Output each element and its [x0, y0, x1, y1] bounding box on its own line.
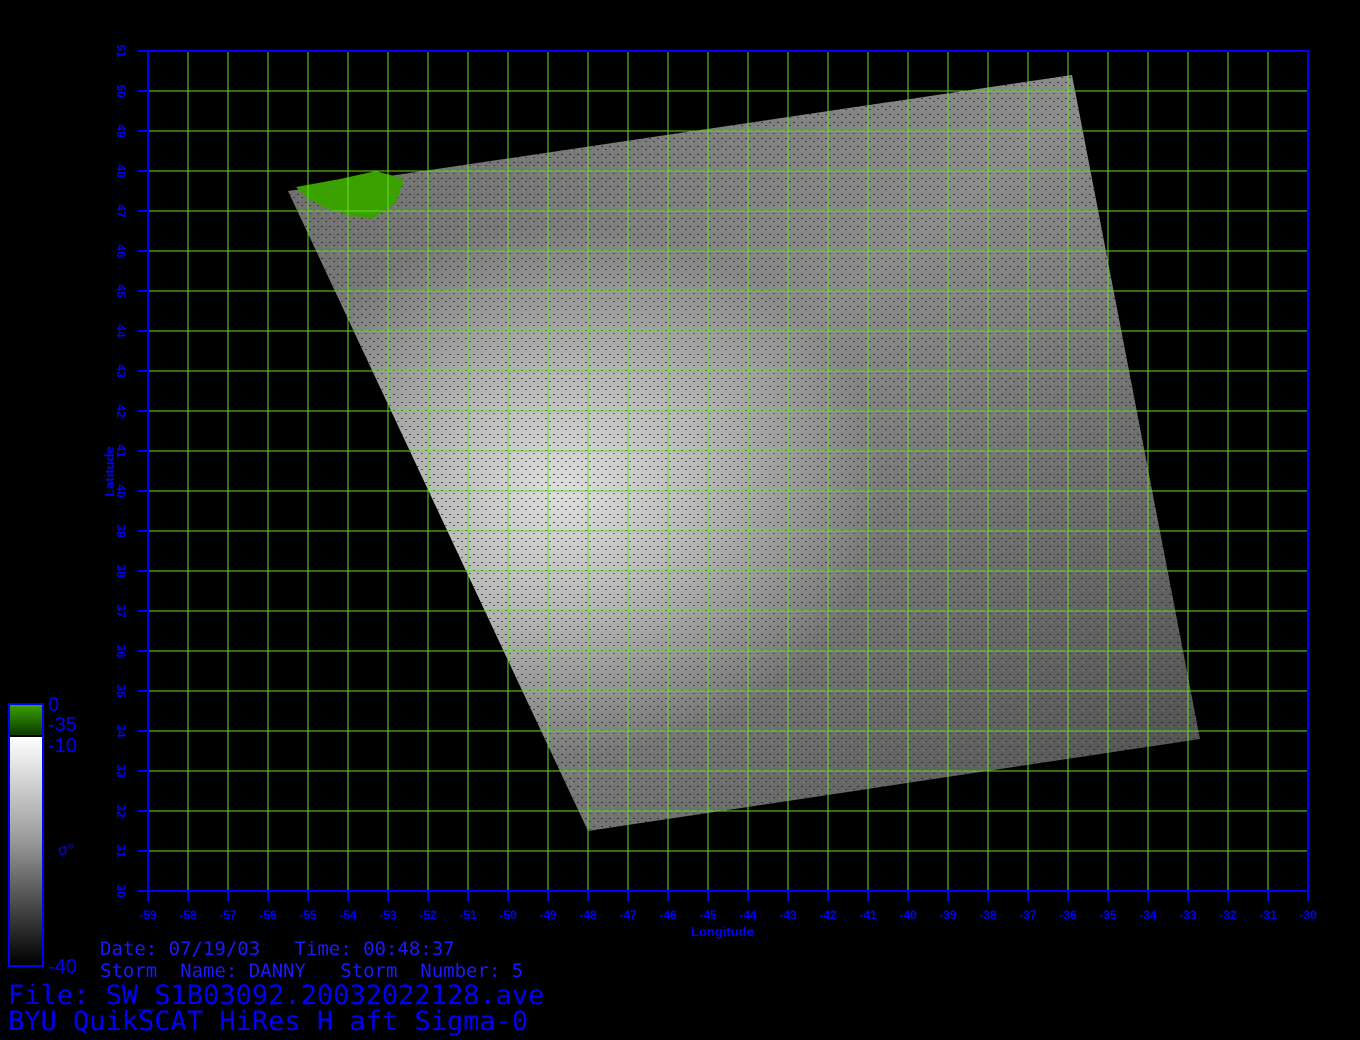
lat-tick-label: 51	[114, 44, 128, 58]
lat-tick-label: 35	[114, 684, 128, 698]
lat-tick-label: 33	[114, 764, 128, 778]
lon-tick-label: -30	[1299, 908, 1317, 922]
lat-tick-label: 39	[114, 524, 128, 538]
lat-tick-label: 49	[114, 124, 128, 138]
lon-tick-label: -50	[499, 908, 517, 922]
colorbar-label-bottom: -40	[48, 956, 77, 978]
lat-tick-label: 45	[114, 284, 128, 298]
lon-tick-label: -57	[219, 908, 237, 922]
y-axis-title: Latitude	[101, 446, 117, 497]
colorbar-label-gray-high: -10	[48, 735, 77, 757]
lon-tick-label: -39	[939, 908, 957, 922]
lon-tick-label: -32	[1219, 908, 1237, 922]
colorbar-label-green-low: -35	[48, 714, 77, 736]
lon-tick-label: -35	[1099, 908, 1117, 922]
lon-tick-label: -42	[819, 908, 837, 922]
lon-tick-label: -45	[699, 908, 717, 922]
lon-tick-label: -44	[739, 908, 757, 922]
lat-tick-label: 48	[114, 164, 128, 178]
lon-tick-label: -47	[619, 908, 637, 922]
lon-tick-label: -52	[419, 908, 437, 922]
lat-tick-label: 50	[114, 84, 128, 98]
lat-tick-label: 38	[114, 564, 128, 578]
lat-tick-label: 43	[114, 364, 128, 378]
lat-tick-label: 47	[114, 204, 128, 218]
lon-tick-label: -48	[579, 908, 597, 922]
date-time-line: Date: 07/19/03 Time: 00:48:37	[100, 938, 455, 960]
storm-line: Storm Name: DANNY Storm Number: 5	[100, 960, 524, 982]
lat-tick-label: 31	[114, 844, 128, 858]
lat-tick-label: 30	[114, 884, 128, 898]
swath-texture	[288, 75, 1200, 831]
lon-tick-label: -37	[1019, 908, 1037, 922]
lat-tick-label: 34	[114, 724, 128, 738]
lon-tick-label: -38	[979, 908, 997, 922]
x-axis-title: Longitude	[691, 924, 754, 939]
lon-tick-label: -31	[1259, 908, 1277, 922]
lat-tick-label: 32	[114, 804, 128, 818]
lon-tick-label: -54	[339, 908, 357, 922]
lon-tick-label: -43	[779, 908, 797, 922]
lon-tick-label: -51	[459, 908, 477, 922]
lon-tick-label: -41	[859, 908, 877, 922]
lon-tick-label: -55	[299, 908, 317, 922]
lon-tick-label: -56	[259, 908, 277, 922]
sigma0-swath-image	[288, 75, 1200, 831]
lat-tick-label: 36	[114, 644, 128, 658]
lat-tick-label: 44	[114, 324, 128, 338]
lat-tick-label: 37	[114, 604, 128, 618]
product-title: BYU QuikSCAT HiRes H aft Sigma-0	[8, 1006, 529, 1037]
lon-tick-label: -53	[379, 908, 397, 922]
lon-tick-label: -36	[1059, 908, 1077, 922]
lon-tick-label: -59	[139, 908, 157, 922]
lon-tick-label: -49	[539, 908, 557, 922]
lon-tick-label: -40	[899, 908, 917, 922]
map-plot: -59 -58 -57 -56 -55 -54 -53 -52 -51 -50 -49 -48 -47 -…	[8, 44, 1317, 967]
lon-tick-label: -33	[1179, 908, 1197, 922]
lon-tick-label: -46	[659, 908, 677, 922]
colorbar-sigma-symbol: σ°	[58, 842, 75, 859]
colorbar-gray-segment	[10, 737, 42, 965]
colorbar	[8, 703, 44, 967]
lon-tick-label: -34	[1139, 908, 1157, 922]
lat-tick-label: 42	[114, 404, 128, 418]
colorbar-green-segment	[10, 705, 42, 735]
lon-tick-label: -58	[179, 908, 197, 922]
lat-tick-label: 46	[114, 244, 128, 258]
